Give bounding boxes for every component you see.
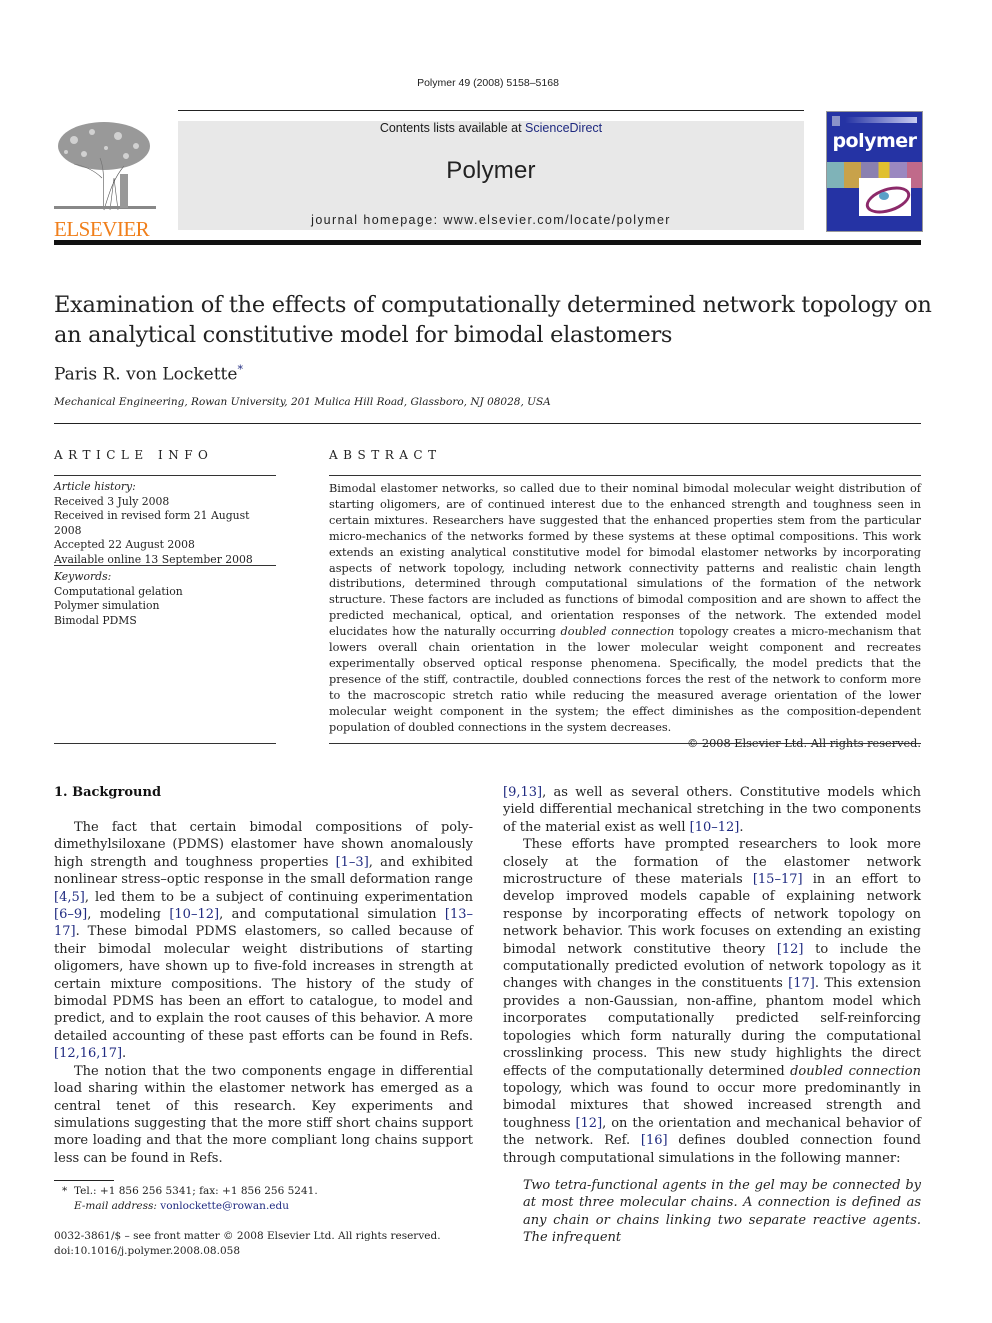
- history-accepted: Accepted 22 August 2008: [54, 538, 195, 551]
- journal-name: Polymer: [446, 157, 536, 184]
- issn-line: 0032-3861/$ – see front matter © 2008 El…: [54, 1230, 441, 1242]
- journal-masthead: Contents lists available at ScienceDirec…: [178, 121, 804, 230]
- keyword: Polymer simulation: [54, 599, 160, 612]
- citation-link[interactable]: [12]: [777, 942, 804, 957]
- abstract-body: Bimodal elastomer networks, so called du…: [329, 481, 921, 751]
- footnote-mark: *: [62, 1185, 68, 1197]
- text-run: The notion that the two components engag…: [54, 1063, 473, 1166]
- cover-banner: [845, 117, 917, 123]
- elsevier-logo[interactable]: ELSEVIER: [54, 118, 156, 241]
- divider: [54, 423, 921, 424]
- text-run: , modeling: [87, 907, 170, 923]
- divider: [329, 743, 921, 744]
- front-matter: 0032-3861/$ – see front matter © 2008 El…: [54, 1229, 441, 1258]
- history-label: Article history:: [54, 480, 136, 493]
- elsevier-wordmark: ELSEVIER: [54, 217, 150, 241]
- keyword: Bimodal PDMS: [54, 613, 137, 627]
- keyword: Computational gelation: [54, 584, 183, 598]
- author-affiliation: Mechanical Engineering, Rowan University…: [54, 396, 551, 408]
- masthead-rule: [54, 240, 921, 245]
- citation-link[interactable]: [9,13]: [503, 785, 542, 800]
- doi-link[interactable]: doi:10.1016/j.polymer.2008.08.058: [54, 1244, 441, 1259]
- contents-prefix: Contents lists available at: [379, 121, 526, 135]
- footnote-contact: Tel.: +1 856 256 5341; fax: +1 856 256 5…: [73, 1185, 318, 1197]
- author-name: Paris R. von Lockette: [54, 364, 238, 385]
- text-run: .: [739, 819, 744, 835]
- elsevier-tree-icon: [54, 118, 156, 214]
- citation-link[interactable]: [17]: [788, 976, 815, 991]
- journal-cover-image[interactable]: polymer: [826, 111, 923, 232]
- abstract-text-part2: topology creates a micro-mechanism that …: [329, 625, 921, 734]
- cover-publisher-icon: [832, 116, 840, 126]
- keywords-label: Keywords:: [54, 570, 112, 583]
- cover-title: polymer: [832, 130, 917, 152]
- paragraph: The notion that the two components engag…: [54, 1063, 473, 1167]
- email-label: E-mail address:: [74, 1200, 161, 1212]
- citation-link[interactable]: [4,5]: [54, 890, 85, 905]
- history-revised: Received in revised form 21 August 2008: [54, 509, 250, 537]
- paragraph: These efforts have prompted researchers …: [503, 836, 921, 1167]
- corresponding-author-mark[interactable]: *: [237, 363, 243, 376]
- divider: [54, 743, 276, 744]
- citation-link[interactable]: [16]: [641, 1133, 668, 1148]
- section-heading: 1. Background: [54, 785, 162, 800]
- author-line: Paris R. von Lockette*: [54, 363, 243, 385]
- keywords: Keywords: Computational gelation Polymer…: [54, 570, 276, 628]
- paragraph: The fact that certain bimodal compositio…: [54, 819, 473, 1063]
- author-footnote: * Tel.: +1 856 256 5341; fax: +1 856 256…: [62, 1184, 318, 1214]
- paragraph-continued: [9,13], as well as several others. Const…: [503, 784, 921, 836]
- contents-availability: Contents lists available at ScienceDirec…: [178, 121, 804, 135]
- citation-link[interactable]: [12,16,17]: [54, 1046, 122, 1061]
- citation-link[interactable]: [10–12]: [169, 907, 219, 922]
- abstract-emphasis: doubled connection: [560, 625, 675, 639]
- email-link[interactable]: vonlockette@rowan.edu: [160, 1200, 289, 1212]
- abstract-text-part1: Bimodal elastomer networks, so called du…: [329, 482, 921, 639]
- footnote-rule: [54, 1180, 114, 1181]
- text-run: , and computational simulation: [219, 907, 445, 923]
- abstract-heading: ABSTRACT: [329, 448, 442, 462]
- citation-link[interactable]: [1–3]: [336, 855, 369, 870]
- article-info-heading: ARTICLE INFO: [54, 448, 214, 462]
- sciencedirect-link[interactable]: ScienceDirect: [525, 121, 602, 135]
- text-run: .: [122, 1046, 127, 1062]
- text-run: , led them to be a subject of continuing…: [84, 889, 473, 905]
- text-run: . These bimodal PDMS elastomers, so call…: [54, 924, 473, 1044]
- citation-link[interactable]: [12]: [575, 1116, 602, 1131]
- journal-homepage-link[interactable]: journal homepage: www.elsevier.com/locat…: [178, 213, 804, 227]
- body-column-right: [9,13], as well as several others. Const…: [503, 784, 921, 1247]
- journal-reference: Polymer 49 (2008) 5158–5168: [417, 77, 559, 89]
- article-history: Article history: Received 3 July 2008 Re…: [54, 480, 276, 567]
- divider: [54, 475, 276, 476]
- cover-molecule-graphic: [859, 178, 914, 219]
- divider: [54, 565, 276, 566]
- citation-link[interactable]: [6–9]: [54, 907, 87, 922]
- history-received: Received 3 July 2008: [54, 494, 170, 508]
- citation-link[interactable]: [10–12]: [690, 820, 740, 835]
- article-title: Examination of the effects of computatio…: [54, 292, 932, 348]
- emphasis: doubled connection: [790, 1063, 921, 1079]
- divider: [329, 475, 921, 476]
- body-column-left: The fact that certain bimodal compositio…: [54, 819, 473, 1167]
- block-quote: Two tetra-functional agents in the gel m…: [523, 1177, 921, 1246]
- citation-link[interactable]: [15–17]: [753, 872, 803, 887]
- header-rule: [178, 110, 804, 111]
